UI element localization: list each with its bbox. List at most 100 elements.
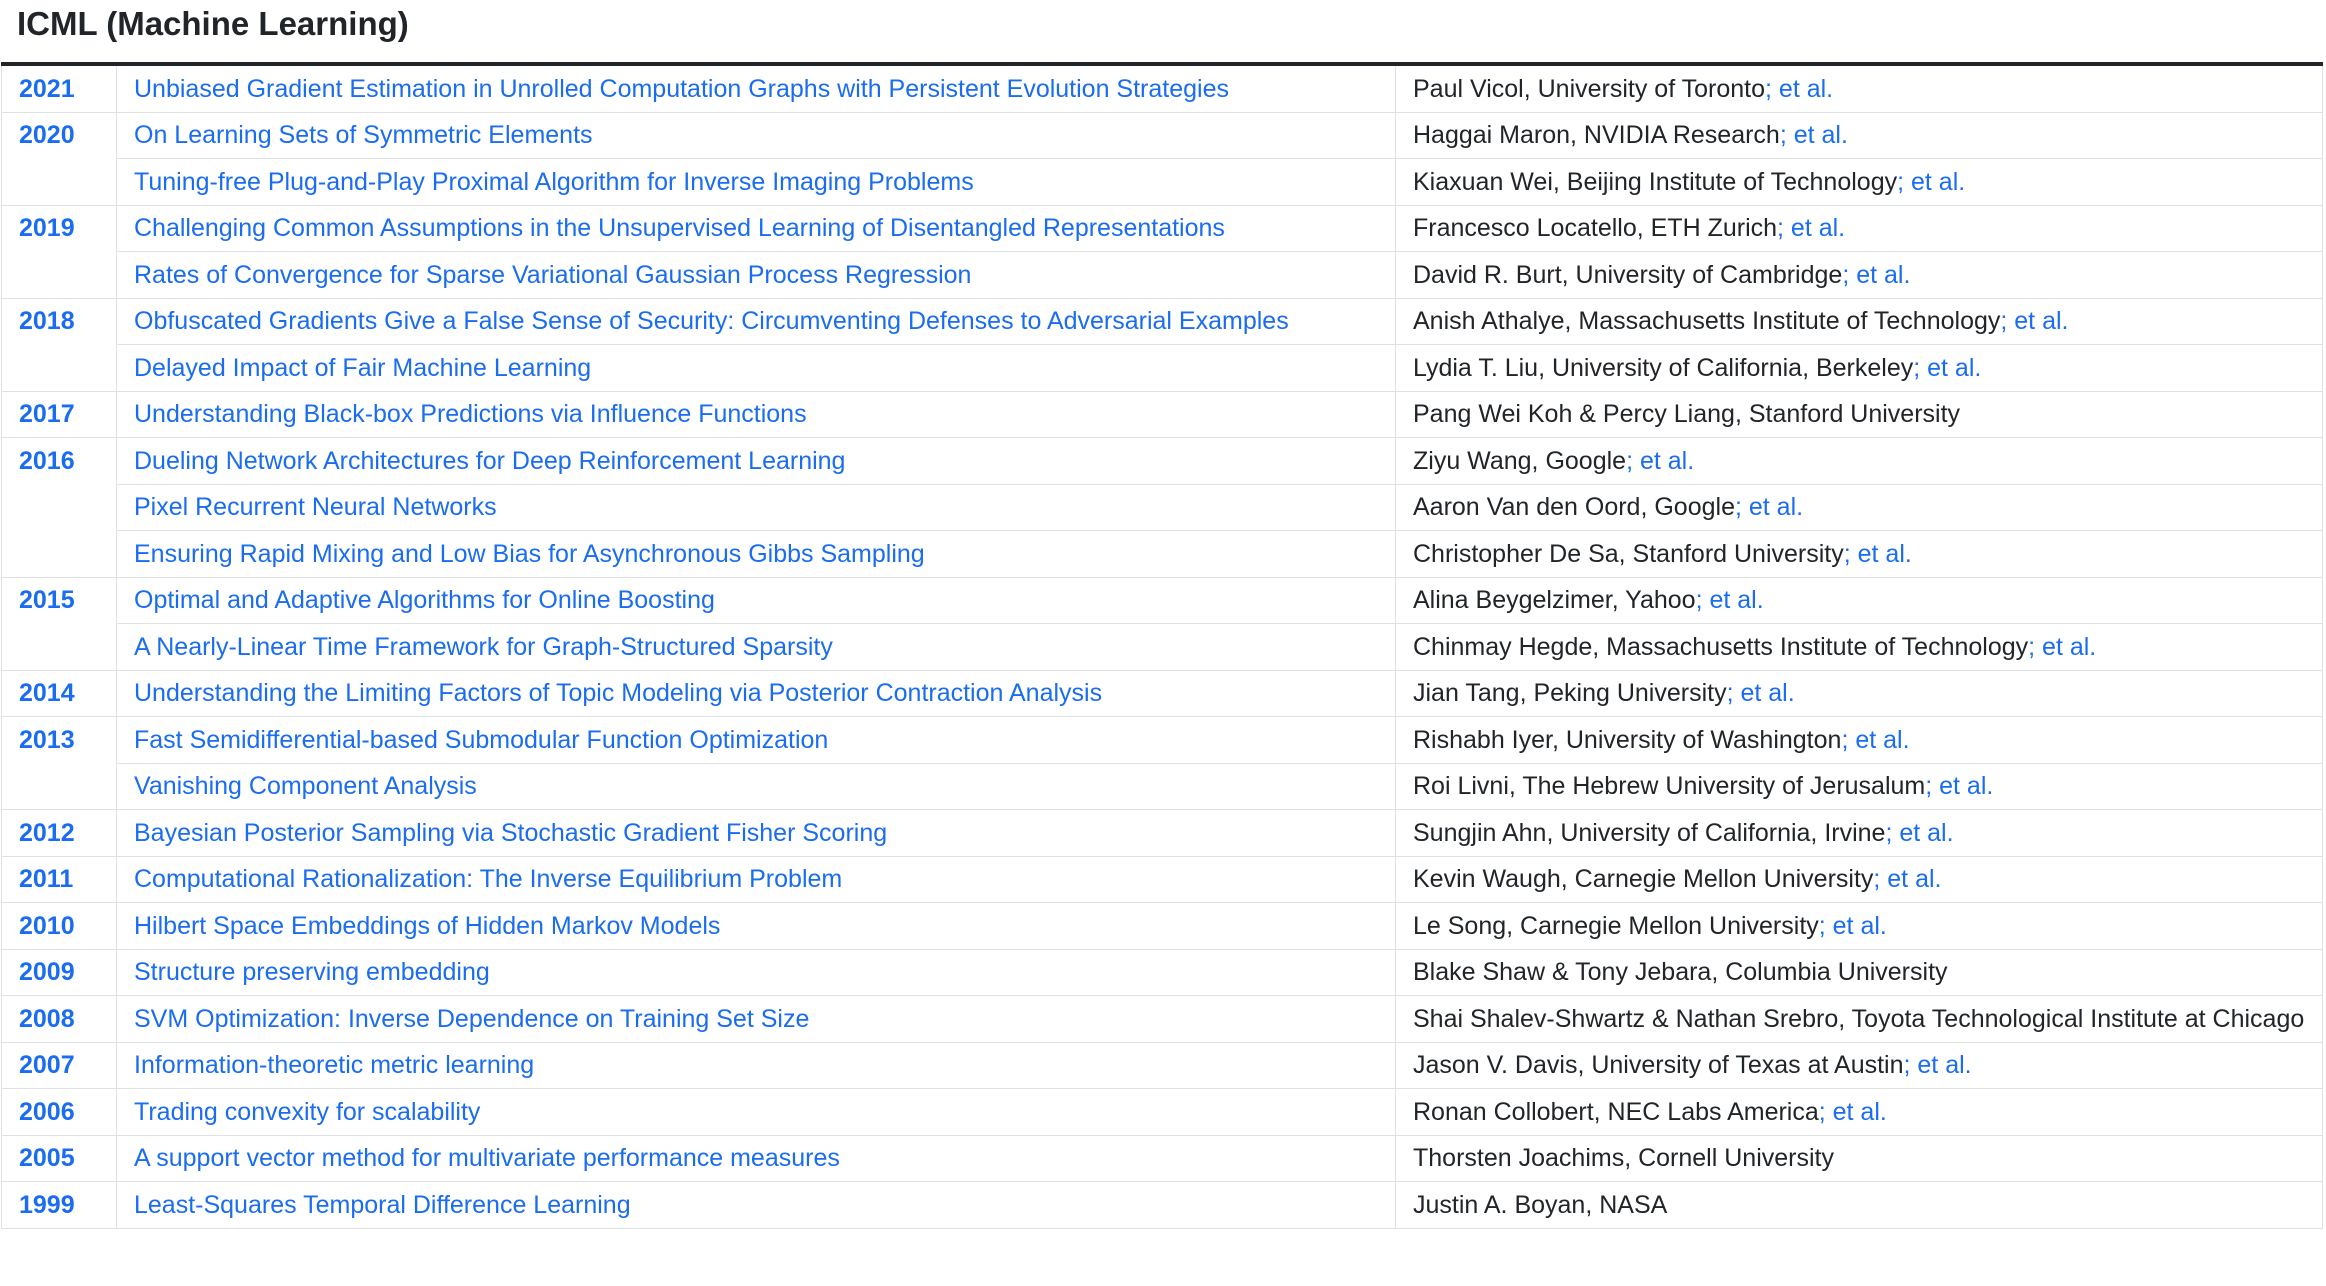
paper-title-link[interactable]: On Learning Sets of Symmetric Elements: [134, 121, 593, 149]
title-cell: Ensuring Rapid Mixing and Low Bias for A…: [116, 530, 1396, 578]
et-al-link[interactable]: ; et al.: [1885, 819, 1953, 847]
title-cell: Rates of Convergence for Sparse Variatio…: [116, 251, 1396, 299]
et-al-link[interactable]: ; et al.: [1626, 447, 1694, 475]
paper-title-link[interactable]: Ensuring Rapid Mixing and Low Bias for A…: [134, 540, 925, 568]
paper-title-link[interactable]: Delayed Impact of Fair Machine Learning: [134, 354, 591, 382]
et-al-link[interactable]: ; et al.: [1819, 1098, 1887, 1126]
authors-cell: Ziyu Wang, Google; et al.: [1395, 437, 2323, 485]
paper-title-link[interactable]: Unbiased Gradient Estimation in Unrolled…: [134, 75, 1229, 103]
paper-title-link[interactable]: Tuning-free Plug-and-Play Proximal Algor…: [134, 168, 974, 196]
title-cell: A support vector method for multivariate…: [116, 1134, 1396, 1182]
et-al-link[interactable]: ; et al.: [1897, 168, 1965, 196]
et-al-link[interactable]: ; et al.: [1913, 354, 1981, 382]
table-row: 2010 Hilbert Space Embeddings of Hidden M…: [1, 902, 2323, 950]
paper-title-link[interactable]: Challenging Common Assumptions in the Un…: [134, 214, 1225, 242]
paper-title-link[interactable]: Trading convexity for scalability: [134, 1098, 480, 1126]
year-cell: 2013: [1, 716, 117, 810]
et-al-link[interactable]: ; et al.: [1777, 214, 1845, 242]
authors-text: Francesco Locatello, ETH Zurich: [1413, 214, 1778, 242]
paper-title-link[interactable]: Fast Semidifferential-based Submodular F…: [134, 726, 828, 754]
year-cell: 2008: [1, 995, 117, 1043]
paper-title-link[interactable]: Understanding Black-box Predictions via …: [134, 400, 807, 428]
year-cell: 2010: [1, 902, 117, 950]
authors-cell: Rishabh Iyer, University of Washington; …: [1395, 716, 2323, 764]
table-row: Ensuring Rapid Mixing and Low Bias for A…: [2, 530, 2323, 578]
title-cell: Optimal and Adaptive Algorithms for Onli…: [116, 576, 1396, 624]
et-al-link[interactable]: ; et al.: [1904, 1051, 1972, 1079]
et-al-link[interactable]: ; et al.: [1727, 679, 1795, 707]
et-al-link[interactable]: ; et al.: [1842, 261, 1910, 289]
table-row: 2018 Obfuscated Gradients Give a False Se…: [1, 297, 2323, 392]
paper-title-link[interactable]: Information-theoretic metric learning: [134, 1051, 534, 1079]
table-row: 2021 Unbiased Gradient Estimation in Unro…: [1, 63, 2323, 113]
authors-text: Rishabh Iyer, University of Washington: [1413, 725, 1842, 754]
title-cell: Hilbert Space Embeddings of Hidden Marko…: [116, 902, 1396, 950]
title-cell: Trading convexity for scalability: [116, 1088, 1396, 1136]
authors-cell: Shai Shalev-Shwartz & Nathan Srebro, Toy…: [1395, 995, 2323, 1043]
table-row: 2020 On Learning Sets of Symmetric Elemen…: [1, 111, 2323, 206]
best-paper-table: 2021 Unbiased Gradient Estimation in Unro…: [1, 62, 2323, 1229]
authors-cell: Justin A. Boyan, NASA: [1395, 1181, 2323, 1229]
authors-cell: Ronan Collobert, NEC Labs America; et al…: [1395, 1088, 2323, 1136]
et-al-link[interactable]: ; et al.: [1696, 586, 1764, 614]
authors-text: Le Song, Carnegie Mellon University: [1413, 911, 1819, 940]
table-row: 2012 Bayesian Posterior Sampling via Stoc…: [1, 809, 2323, 857]
authors-text: Roi Livni, The Hebrew University of Jeru…: [1413, 772, 1926, 800]
title-cell: Unbiased Gradient Estimation in Unrolled…: [116, 63, 1396, 113]
authors-text: David R. Burt, University of Cambridge: [1413, 260, 1843, 289]
et-al-link[interactable]: ; et al.: [1925, 772, 1993, 800]
paper-title-link[interactable]: A support vector method for multivariate…: [134, 1144, 840, 1172]
authors-text: Thorsten Joachims, Cornell University: [1413, 1144, 1834, 1172]
year-cell: 2018: [1, 297, 117, 392]
title-cell: Challenging Common Assumptions in the Un…: [116, 204, 1396, 252]
et-al-link[interactable]: ; et al.: [2028, 633, 2096, 661]
table-row: 2016 Dueling Network Architectures for De…: [1, 437, 2323, 578]
title-cell: Computational Rationalization: The Inver…: [116, 855, 1396, 903]
title-cell: Dueling Network Architectures for Deep R…: [116, 437, 1396, 485]
paper-title-link[interactable]: Optimal and Adaptive Algorithms for Onli…: [134, 586, 715, 614]
paper-title-link[interactable]: Computational Rationalization: The Inver…: [134, 865, 842, 893]
paper-title-link[interactable]: SVM Optimization: Inverse Dependence on …: [134, 1005, 809, 1033]
authors-text: Ronan Collobert, NEC Labs America: [1413, 1097, 1819, 1126]
paper-title-link[interactable]: Hilbert Space Embeddings of Hidden Marko…: [134, 912, 720, 940]
authors-text: Haggai Maron, NVIDIA Research: [1413, 121, 1780, 149]
paper-title-link[interactable]: Pixel Recurrent Neural Networks: [134, 493, 497, 521]
year-cell: 2012: [1, 809, 117, 857]
et-al-link[interactable]: ; et al.: [1819, 912, 1887, 940]
paper-title-link[interactable]: Structure preserving embedding: [134, 958, 490, 986]
year-cell: 2007: [1, 1041, 117, 1089]
paper-title-link[interactable]: Bayesian Posterior Sampling via Stochast…: [134, 819, 887, 847]
paper-title-link[interactable]: Rates of Convergence for Sparse Variatio…: [134, 261, 971, 289]
et-al-link[interactable]: ; et al.: [1780, 121, 1848, 149]
authors-text: Alina Beygelzimer, Yahoo: [1413, 586, 1696, 614]
et-al-link[interactable]: ; et al.: [1844, 540, 1912, 568]
title-cell: Structure preserving embedding: [116, 948, 1396, 996]
paper-title-link[interactable]: Obfuscated Gradients Give a False Sense …: [134, 307, 1289, 335]
title-cell: Understanding Black-box Predictions via …: [116, 390, 1396, 438]
paper-title-link[interactable]: Dueling Network Architectures for Deep R…: [134, 447, 845, 475]
authors-text: Pang Wei Koh & Percy Liang, Stanford Uni…: [1413, 400, 1961, 428]
paper-title-link[interactable]: Least-Squares Temporal Difference Learni…: [134, 1191, 631, 1219]
authors-cell: Alina Beygelzimer, Yahoo; et al.: [1395, 576, 2323, 624]
authors-text: Shai Shalev-Shwartz & Nathan Srebro, Toy…: [1413, 1004, 2305, 1033]
authors-cell: Jason V. Davis, University of Texas at A…: [1395, 1041, 2323, 1089]
et-al-link[interactable]: ; et al.: [1873, 865, 1941, 893]
table-row: 2005 A support vector method for multivar…: [1, 1134, 2323, 1182]
et-al-link[interactable]: ; et al.: [1765, 75, 1833, 103]
year-cell: 2017: [1, 390, 117, 438]
et-al-link[interactable]: ; et al.: [1735, 493, 1803, 521]
paper-title-link[interactable]: A Nearly-Linear Time Framework for Graph…: [134, 633, 833, 661]
et-al-link[interactable]: ; et al.: [1841, 726, 1909, 754]
year-cell: 2005: [1, 1134, 117, 1182]
title-cell: On Learning Sets of Symmetric Elements: [116, 111, 1396, 159]
authors-cell: Christopher De Sa, Stanford University; …: [1395, 530, 2323, 578]
authors-text: Sungjin Ahn, University of California, I…: [1413, 818, 1886, 847]
paper-title-link[interactable]: Understanding the Limiting Factors of To…: [134, 679, 1102, 707]
title-cell: Vanishing Component Analysis: [116, 762, 1396, 810]
authors-cell: Thorsten Joachims, Cornell University: [1395, 1134, 2323, 1182]
paper-title-link[interactable]: Vanishing Component Analysis: [134, 772, 477, 800]
table-row: Pixel Recurrent Neural Networks Aaron Van…: [2, 483, 2323, 531]
table-row: 2014 Understanding the Limiting Factors o…: [1, 669, 2323, 717]
authors-text: Ziyu Wang, Google: [1413, 446, 1627, 475]
et-al-link[interactable]: ; et al.: [2000, 307, 2068, 335]
